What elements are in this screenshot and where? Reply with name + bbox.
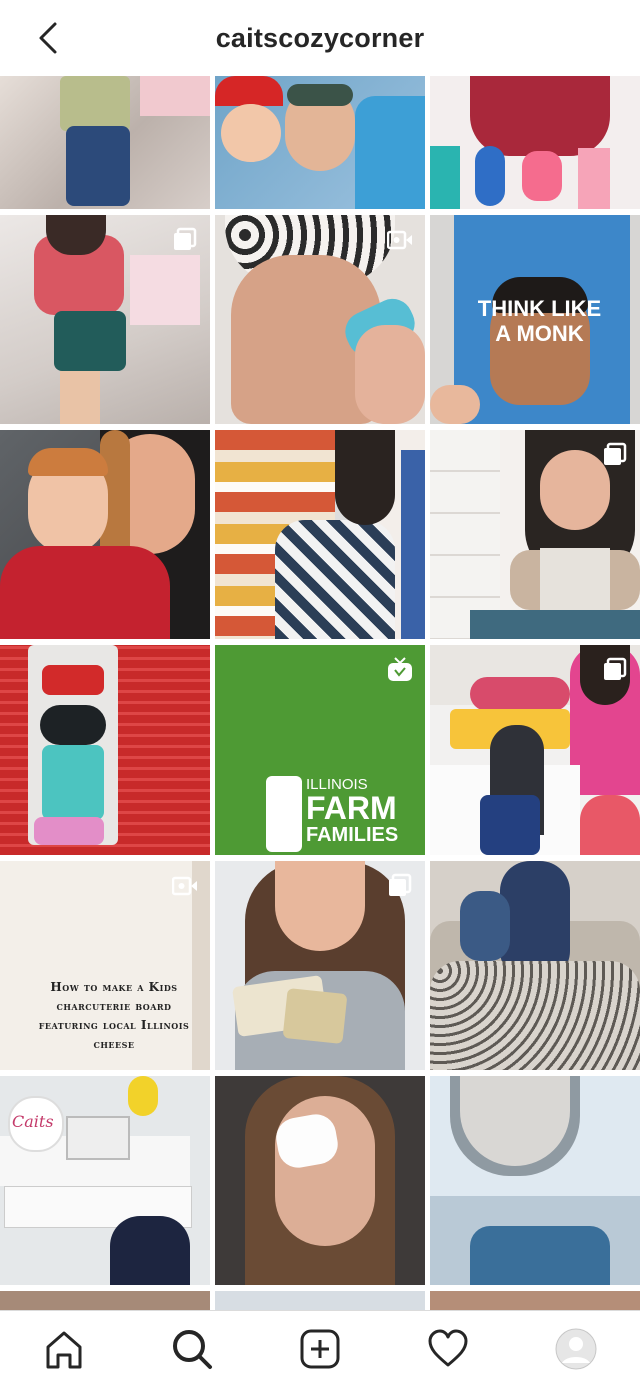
grid-post[interactable] — [430, 1076, 640, 1285]
grid-post[interactable] — [215, 1076, 425, 1285]
grid-post[interactable] — [430, 861, 640, 1070]
grid-post[interactable] — [215, 76, 425, 209]
plus-square-icon — [300, 1329, 340, 1369]
grid-post[interactable] — [0, 430, 210, 639]
grid-post[interactable] — [0, 1291, 210, 1310]
nav-activity[interactable] — [424, 1325, 472, 1373]
grid-post[interactable] — [215, 1291, 425, 1310]
page-title: caitscozycorner — [215, 22, 425, 53]
charcuterie-text: How to make a Kids charcuterie board fea… — [38, 980, 190, 1051]
grid-post[interactable] — [215, 861, 425, 1070]
grid-post[interactable] — [430, 645, 640, 855]
grid-post[interactable] — [0, 76, 210, 209]
top-bar: caitscozycorner — [0, 0, 640, 76]
igtv-icon — [388, 657, 412, 681]
grid-post[interactable]: Caits — [0, 1076, 210, 1285]
home-icon — [46, 1331, 82, 1369]
multiple-posts-icon — [604, 657, 627, 680]
multiple-posts-icon — [389, 873, 412, 896]
video-icon — [387, 230, 412, 250]
chevron-left-icon — [39, 22, 57, 54]
grid-post[interactable] — [430, 76, 640, 209]
nav-profile[interactable] — [552, 1325, 600, 1373]
nav-home[interactable] — [40, 1325, 88, 1373]
grid-post[interactable] — [0, 645, 210, 855]
grid-post[interactable] — [430, 1291, 640, 1310]
nav-search[interactable] — [168, 1325, 216, 1373]
search-icon — [173, 1330, 212, 1369]
back-button[interactable] — [30, 20, 66, 56]
photo-grid: THINK LIKE A MONK ILLINOIS FARM FAMILIES… — [0, 76, 640, 1310]
grid-post[interactable] — [0, 215, 210, 424]
multiple-posts-icon — [604, 442, 627, 465]
grid-post[interactable] — [430, 430, 640, 639]
bottom-nav — [0, 1310, 640, 1387]
video-icon — [172, 876, 197, 896]
heart-icon — [428, 1329, 468, 1367]
desk-sign-text: Caits — [12, 1112, 54, 1131]
avatar-icon — [555, 1328, 597, 1370]
nav-create[interactable] — [296, 1325, 344, 1373]
grid-post[interactable] — [215, 215, 425, 424]
multiple-posts-icon — [174, 227, 197, 250]
grid-post[interactable] — [215, 430, 425, 639]
book-title: THINK LIKE A MONK — [477, 296, 602, 346]
